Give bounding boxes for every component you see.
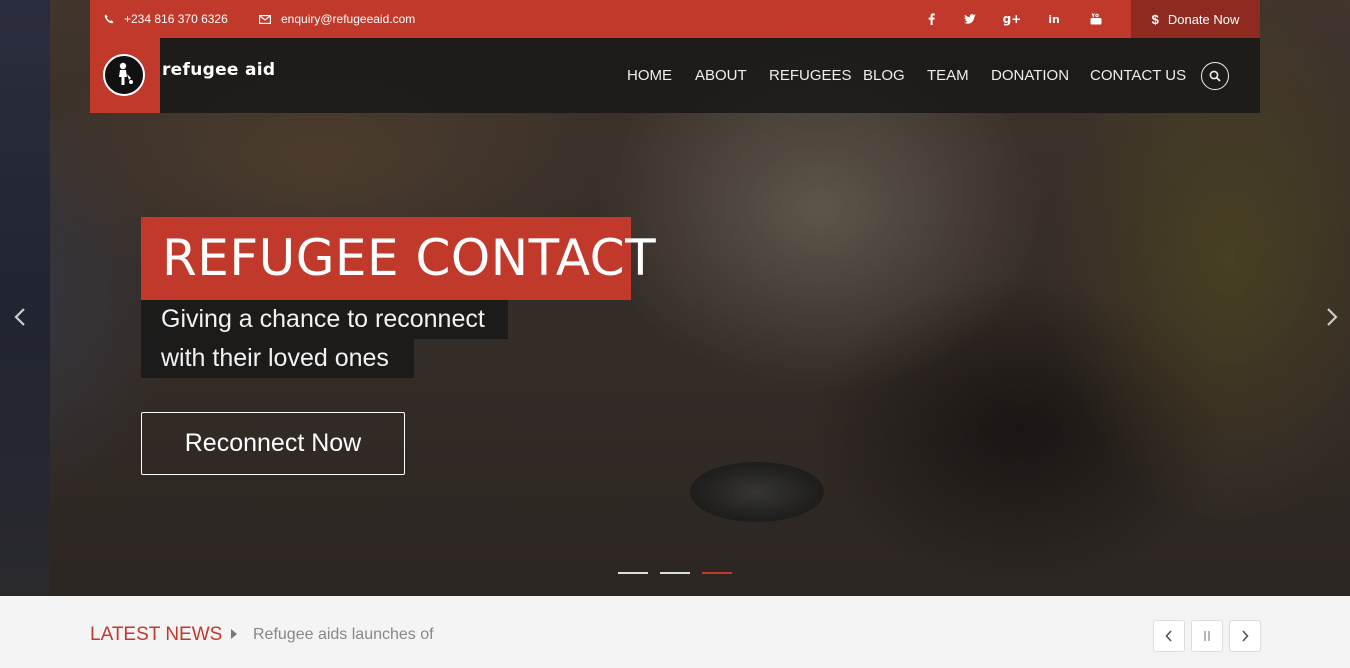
news-pause-button[interactable] [1191,620,1223,652]
google-plus-icon[interactable]: g+ [1000,0,1024,38]
hero-title: REFUGEE CONTACT [141,217,656,300]
pause-icon [1204,631,1210,641]
phone-contact[interactable]: +234 816 370 6326 [104,0,228,38]
search-icon [1209,70,1221,82]
slider-dot-2[interactable] [660,572,690,574]
envelope-icon [259,14,271,24]
logo-figure-icon [119,62,133,85]
email-contact[interactable]: enquiry@refugeeaid.com [259,0,415,38]
facebook-icon[interactable] [919,0,943,38]
phone-icon [104,14,114,24]
latest-news-label: LATEST NEWS [90,624,223,645]
youtube-icon[interactable] [1084,0,1108,38]
nav-team[interactable]: TEAM [927,38,969,113]
donate-button[interactable]: $ Donate Now [1131,0,1260,38]
search-button[interactable] [1201,62,1229,90]
news-prev-button[interactable] [1153,620,1185,652]
news-headline[interactable]: Refugee aids launches of [253,626,434,644]
dollar-icon: $ [1151,11,1159,27]
nav-contact-us[interactable]: CONTACT US [1090,38,1186,113]
hero-subtitle-line-1: Giving a chance to reconnect [141,300,508,339]
slider-next-button[interactable] [1312,300,1350,334]
linkedin-icon[interactable]: in [1042,0,1066,38]
chevron-left-icon [1165,630,1172,642]
nav-home[interactable]: HOME [627,38,672,113]
chevron-right-icon [1327,308,1338,326]
slider-dot-1[interactable] [618,572,648,574]
nav-donation[interactable]: DONATION [991,38,1069,113]
phone-number: +234 816 370 6326 [124,12,228,26]
email-address: enquiry@refugeeaid.com [281,12,416,26]
logo-mark[interactable] [103,54,145,96]
caret-right-icon [231,629,237,639]
nav-about[interactable]: ABOUT [695,38,747,113]
chevron-left-icon [14,308,25,326]
nav-blog[interactable]: BLOG [863,38,905,113]
nav-refugees[interactable]: REFUGEES [769,38,852,113]
twitter-icon[interactable] [958,0,982,38]
slider-dot-3[interactable] [702,572,732,574]
donate-label: Donate Now [1167,11,1240,27]
slider-prev-button[interactable] [0,300,40,334]
brand-name[interactable]: refugee aid [162,60,275,80]
news-next-button[interactable] [1229,620,1261,652]
hero-subtitle-line-2: with their loved ones [141,339,414,378]
reconnect-now-button[interactable]: Reconnect Now [141,412,405,475]
chevron-right-icon [1242,630,1249,642]
